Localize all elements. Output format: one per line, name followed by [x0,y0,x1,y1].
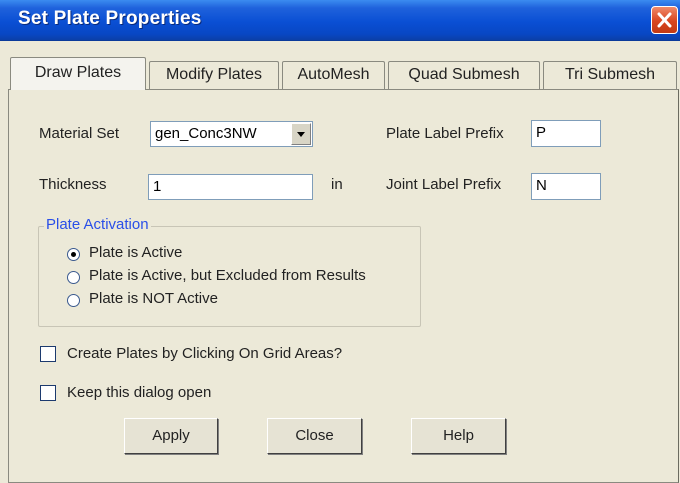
radio-selected-dot [71,252,76,257]
close-window-button[interactable] [651,6,678,34]
plate-activation-title: Plate Activation [44,216,151,233]
thickness-input[interactable]: 1 [148,174,313,200]
close-x-icon [657,12,672,28]
apply-button[interactable]: Apply [124,418,218,454]
thickness-label: Thickness [39,176,107,193]
joint-label-prefix-input[interactable]: N [531,173,601,200]
keep-dialog-open-checkbox[interactable] [40,385,56,401]
create-plates-grid-checkbox[interactable] [40,346,56,362]
keep-dialog-open-label[interactable]: Keep this dialog open [67,384,211,401]
window-title: Set Plate Properties [18,8,202,29]
material-set-label: Material Set [39,125,120,142]
radio-plate-not-active-label[interactable]: Plate is NOT Active [89,290,218,307]
plate-label-prefix-input[interactable]: P [531,120,601,147]
tab-quad-submesh[interactable]: Quad Submesh [388,61,540,89]
material-set-dropdown[interactable]: gen_Conc3NW [150,121,313,147]
dropdown-button[interactable] [291,123,311,145]
radio-plate-not-active[interactable] [67,294,80,307]
dialog-window: Set Plate Properties Draw Plates Modify … [0,0,680,483]
tab-automesh[interactable]: AutoMesh [282,61,385,89]
chevron-down-icon [297,132,305,137]
plate-label-prefix-label: Plate Label Prefix [386,125,504,142]
tab-tri-submesh[interactable]: Tri Submesh [543,61,677,89]
radio-plate-active-excluded[interactable] [67,271,80,284]
thickness-unit: in [331,176,343,193]
radio-plate-active-label[interactable]: Plate is Active [89,244,182,261]
help-button[interactable]: Help [411,418,506,454]
joint-label-prefix-label: Joint Label Prefix [386,176,502,193]
material-set-value: gen_Conc3NW [155,125,257,142]
tab-draw-plates[interactable]: Draw Plates [10,57,146,90]
create-plates-grid-label[interactable]: Create Plates by Clicking On Grid Areas? [67,345,342,362]
title-bar[interactable]: Set Plate Properties [0,0,680,41]
tab-modify-plates[interactable]: Modify Plates [149,61,279,89]
radio-plate-active[interactable] [67,248,80,261]
close-button[interactable]: Close [267,418,362,454]
radio-plate-active-excluded-label[interactable]: Plate is Active, but Excluded from Resul… [89,267,366,284]
